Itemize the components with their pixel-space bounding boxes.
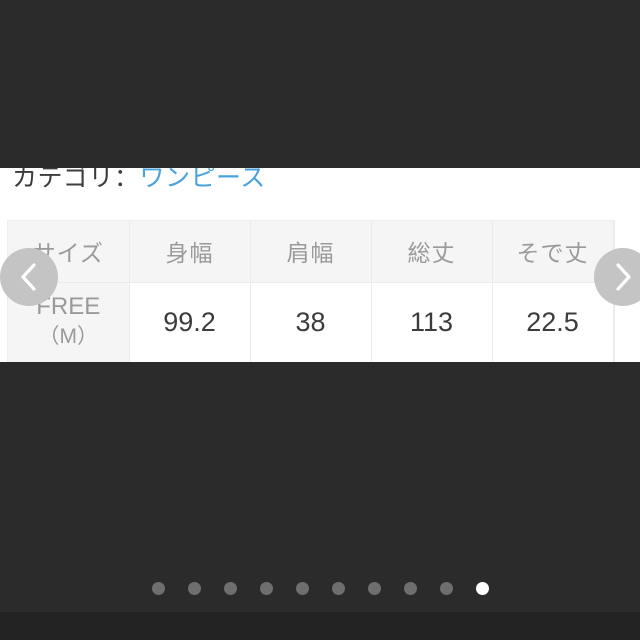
carousel-dot-1[interactable] — [151, 581, 165, 595]
size-table-container[interactable]: サイズ 身幅 肩幅 総丈 そで丈 FREE （M） 99.2 38 113 22… — [8, 221, 640, 363]
chevron-right-icon — [616, 263, 631, 291]
carousel-dot-3[interactable] — [223, 581, 237, 595]
carousel-dot-6[interactable] — [331, 581, 345, 595]
category-link-onepiece[interactable]: ワンピース — [140, 164, 266, 192]
cell-shoulder: 38 — [250, 282, 372, 363]
carousel-pagination[interactable] — [0, 578, 640, 598]
size-table-head: サイズ 身幅 肩幅 総丈 そで丈 — [8, 221, 614, 283]
category-label: カテゴリ： — [12, 164, 140, 192]
carousel-dot-9[interactable] — [439, 581, 453, 595]
cell-length: 113 — [371, 282, 493, 363]
column-header-shoulder: 肩幅 — [250, 221, 372, 283]
carousel-prev-button[interactable] — [0, 248, 58, 306]
carousel-dot-4[interactable] — [259, 581, 273, 595]
viewer-footer-bar — [0, 612, 640, 640]
image-viewer-screen: カテゴリ：ワンピース サイズ 身幅 肩幅 総丈 そで丈 FREE （M） 99.… — [0, 0, 640, 640]
viewer-backdrop-bottom — [0, 362, 640, 612]
cell-bust: 99.2 — [129, 282, 251, 363]
column-header-bust: 身幅 — [129, 221, 251, 283]
carousel-dot-10[interactable] — [475, 581, 489, 595]
size-table: サイズ 身幅 肩幅 総丈 そで丈 FREE （M） 99.2 38 113 22… — [8, 221, 614, 363]
chevron-left-icon — [21, 263, 36, 291]
column-header-length: 総丈 — [371, 221, 493, 283]
size-table-body: FREE （M） 99.2 38 113 22.5 — [8, 282, 614, 363]
carousel-dot-2[interactable] — [187, 581, 201, 595]
carousel-dot-8[interactable] — [403, 581, 417, 595]
table-row: FREE （M） 99.2 38 113 22.5 — [8, 282, 614, 363]
viewer-backdrop-top — [0, 0, 640, 168]
size-table-header-row: サイズ 身幅 肩幅 総丈 そで丈 — [8, 221, 614, 283]
carousel-dot-7[interactable] — [367, 581, 381, 595]
size-name-sub: （M） — [38, 325, 99, 348]
carousel-dot-5[interactable] — [295, 581, 309, 595]
carousel-next-button[interactable] — [594, 248, 640, 306]
